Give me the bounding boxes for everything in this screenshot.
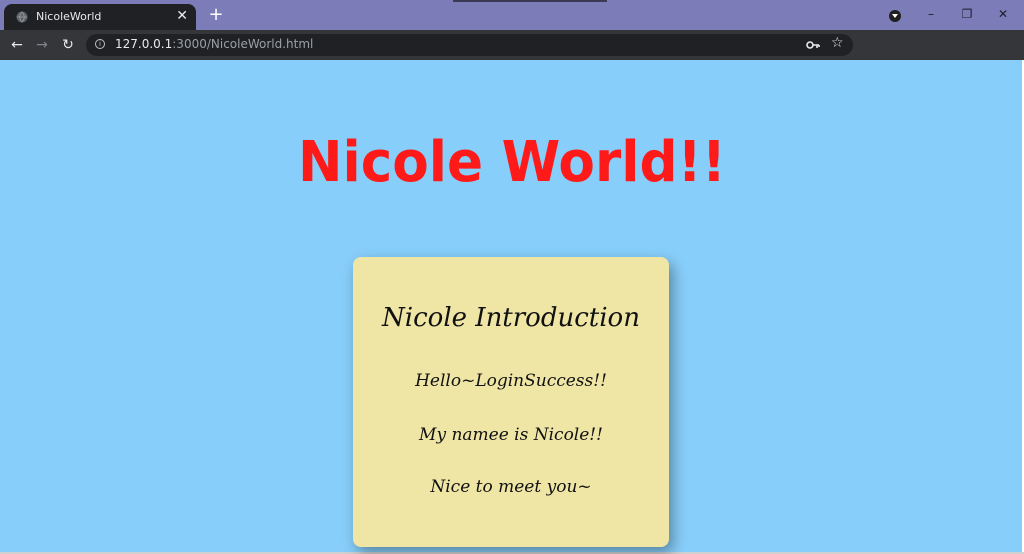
window-titlebar: NicoleWorld ✕ + – ❐ ✕ — [0, 0, 1024, 30]
close-window-button[interactable]: ✕ — [988, 4, 1018, 24]
titlebar-accent — [453, 0, 607, 2]
browser-tab[interactable]: NicoleWorld ✕ — [4, 4, 196, 30]
back-button[interactable]: ← — [7, 35, 27, 55]
url-text[interactable]: 127.0.0.1:3000/NicoleWorld.html — [115, 37, 313, 51]
url-path: :3000/NicoleWorld.html — [172, 37, 314, 51]
restore-button[interactable]: ❐ — [952, 4, 982, 24]
forward-button[interactable]: → — [32, 35, 52, 55]
browser-toolbar: ← → ↻ i 127.0.0.1:3000/NicoleWorld.html … — [0, 30, 1024, 60]
reload-button[interactable]: ↻ — [58, 35, 78, 55]
intro-card: Nicole Introduction Hello~LoginSuccess!!… — [353, 257, 669, 547]
card-line-name: My namee is Nicole!! — [419, 425, 603, 445]
page-title: Nicole World!! — [297, 130, 727, 195]
card-line-login: Hello~LoginSuccess!! — [415, 371, 607, 391]
tab-close-icon[interactable]: ✕ — [176, 8, 188, 24]
site-info-icon[interactable]: i — [95, 39, 105, 49]
key-icon[interactable] — [806, 38, 820, 52]
new-tab-button[interactable]: + — [206, 4, 226, 26]
card-line-greeting: Nice to meet you~ — [430, 477, 592, 497]
globe-icon — [16, 11, 28, 23]
url-host: 127.0.0.1 — [115, 37, 173, 51]
minimize-button[interactable]: – — [916, 4, 946, 24]
tab-title: NicoleWorld — [36, 10, 102, 23]
card-heading: Nicole Introduction — [382, 303, 640, 333]
address-bar[interactable]: i 127.0.0.1:3000/NicoleWorld.html ☆ — [86, 34, 853, 56]
bookmark-star-icon[interactable]: ☆ — [831, 35, 844, 51]
profile-icon[interactable] — [889, 10, 901, 22]
